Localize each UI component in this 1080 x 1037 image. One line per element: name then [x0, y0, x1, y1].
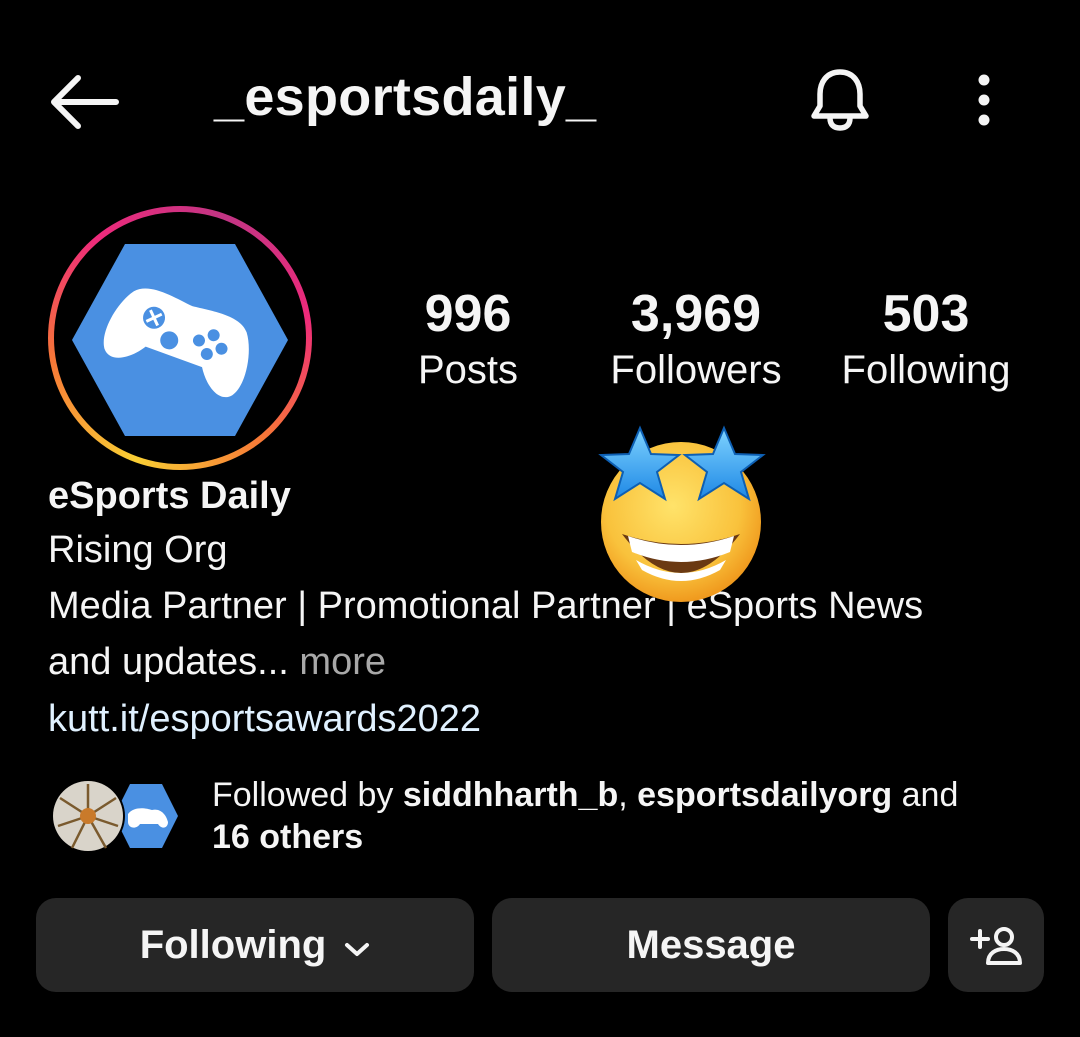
more-options-button[interactable] — [966, 72, 1002, 128]
display-name: eSports Daily — [48, 475, 291, 517]
posts-stat[interactable]: 996 Posts — [398, 284, 538, 396]
more-link[interactable]: more — [299, 641, 386, 683]
bio-line-2: and updates... more — [48, 634, 1038, 690]
add-user-icon — [970, 927, 1022, 965]
mutual-others: 16 others — [212, 818, 364, 856]
following-button[interactable]: Following — [36, 898, 474, 992]
arrow-left-icon — [51, 75, 119, 129]
following-stat[interactable]: 503 Following — [826, 284, 1026, 396]
profile-bio: eSports Daily Rising Org Media Partner |… — [48, 470, 1038, 748]
mutual-user-2: esportsdailyorg — [637, 776, 893, 814]
avatar-border — [54, 212, 306, 464]
bio-link[interactable]: kutt.it/esportsawards2022 — [48, 690, 1038, 748]
star-struck-emoji — [598, 425, 766, 602]
following-label: Following — [841, 348, 1011, 392]
back-button[interactable] — [48, 70, 120, 134]
posts-count: 996 — [424, 285, 512, 343]
followers-stat[interactable]: 3,969 Followers — [590, 284, 802, 396]
page-title: _esportsdaily_ — [214, 67, 597, 127]
category-label: Rising Org — [48, 529, 228, 571]
notifications-button[interactable] — [808, 66, 872, 132]
followed-by-text[interactable]: Followed by siddhharth_b, esportsdailyor… — [212, 774, 1012, 858]
mutual-followers-avatars[interactable] — [50, 776, 190, 856]
followers-label: Followers — [610, 348, 782, 392]
followed-by-prefix: Followed by — [212, 776, 403, 814]
mutual-avatars-icon — [51, 779, 182, 853]
add-user-button[interactable] — [948, 898, 1044, 992]
profile-avatar[interactable] — [48, 206, 312, 470]
posts-label: Posts — [417, 348, 519, 392]
followed-by-conjunction: and — [892, 776, 959, 814]
profile-page: _esportsdaily_ 996 Posts 3,969 Followers… — [0, 0, 1080, 1037]
followed-by-separator: , — [618, 776, 638, 814]
chevron-down-icon — [344, 923, 370, 968]
message-button[interactable]: Message — [492, 898, 930, 992]
followers-count: 3,969 — [630, 285, 762, 343]
following-count: 503 — [882, 285, 970, 343]
message-button-label: Message — [626, 922, 796, 967]
mutual-user-1: siddhharth_b — [402, 776, 619, 814]
following-button-label: Following — [139, 922, 327, 967]
gamepad-icon — [72, 244, 288, 436]
bio-line-2-text: and updates... — [48, 641, 289, 683]
bio-line-1: Media Partner | Promotional Partner | eS… — [48, 585, 924, 627]
bell-icon — [811, 69, 869, 131]
more-vertical-icon — [978, 74, 990, 126]
